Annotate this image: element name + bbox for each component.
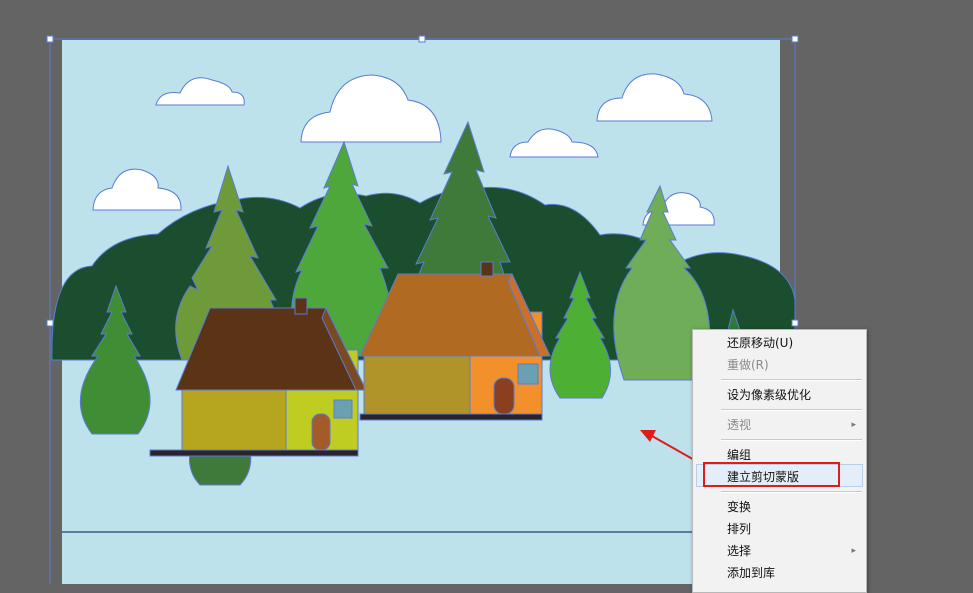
submenu-arrow-icon: ▸ xyxy=(851,420,856,430)
menu-item-arrange[interactable]: 排列 xyxy=(727,522,751,536)
house-base-shadow xyxy=(359,413,543,421)
menu-item-pixel-optimize[interactable]: 设为像素级优化 xyxy=(727,388,811,402)
house-door xyxy=(493,377,515,415)
menu-item-undo-move[interactable]: 还原移动(U) xyxy=(727,336,793,350)
handle-icon xyxy=(418,35,426,43)
menu-item-add-to-library[interactable]: 添加到库 xyxy=(727,566,775,580)
handle-icon xyxy=(46,319,54,327)
chimney-icon xyxy=(294,297,308,315)
handle-icon xyxy=(791,319,799,327)
handle-icon xyxy=(46,35,54,43)
menu-separator xyxy=(721,409,862,411)
house-door xyxy=(311,413,331,451)
menu-separator xyxy=(721,491,862,493)
menu-item-perspective[interactable]: 透视 xyxy=(727,418,751,432)
menu-item-redo[interactable]: 重做(R) xyxy=(727,358,769,372)
submenu-arrow-icon: ▸ xyxy=(851,546,856,556)
menu-separator xyxy=(721,379,862,381)
handle-icon xyxy=(791,35,799,43)
house-window-icon xyxy=(517,363,539,385)
house-wall-left xyxy=(363,351,473,415)
menu-item-select[interactable]: 选择 xyxy=(727,544,751,558)
chimney-icon xyxy=(480,261,494,277)
house-wall-left xyxy=(181,387,287,451)
menu-item-group[interactable]: 编组 xyxy=(727,448,751,462)
context-menu[interactable]: 还原移动(U) 重做(R) 设为像素级优化 透视 ▸ 编组 建立剪切蒙版 变换 … xyxy=(692,329,867,593)
house-window-icon xyxy=(333,399,353,419)
red-highlight-box xyxy=(703,462,840,487)
house-base-shadow xyxy=(149,449,359,457)
menu-item-transform[interactable]: 变换 xyxy=(727,500,751,514)
menu-separator xyxy=(721,439,862,441)
